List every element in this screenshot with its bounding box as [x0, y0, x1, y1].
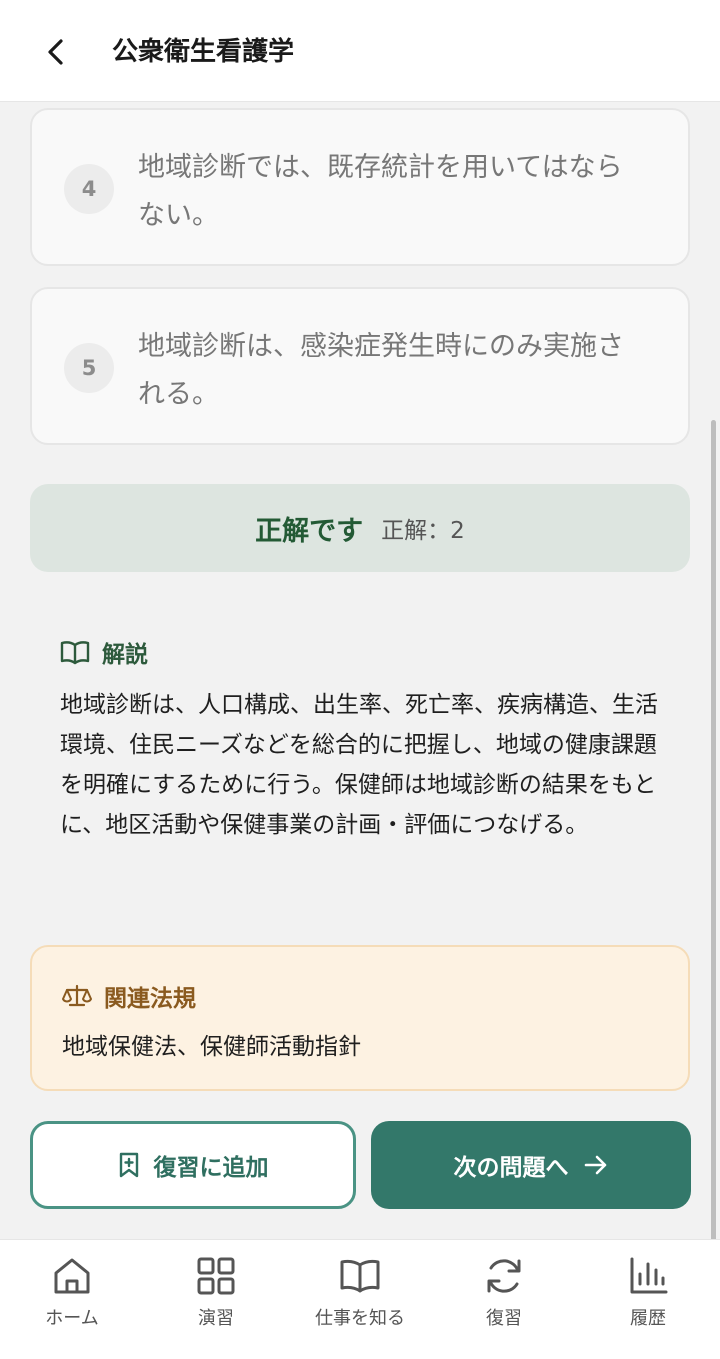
next-question-button[interactable]: 次の問題へ [371, 1121, 691, 1209]
question-content: 4 地域診断では、既存統計を用いてはならない。 5 地域診断は、感染症発生時にの… [0, 103, 720, 1239]
book-icon [340, 1259, 380, 1293]
back-button[interactable] [36, 30, 76, 74]
nav-item-history[interactable]: 履歴 [576, 1254, 720, 1344]
nav-label: 履歴 [630, 1308, 666, 1329]
related-law-section: 関連法規 地域保健法、保健師活動指針 [30, 945, 690, 1091]
home-icon [54, 1258, 90, 1294]
law-title: 関連法規 [104, 986, 196, 1012]
chevron-left-icon [48, 39, 63, 65]
choice-5[interactable]: 5 地域診断は、感染症発生時にのみ実施される。 [30, 287, 690, 445]
arrow-right-icon [584, 1155, 606, 1175]
nav-item-home[interactable]: ホーム [0, 1254, 144, 1344]
law-header: 関連法規 [62, 979, 196, 1013]
scrollbar[interactable] [711, 420, 716, 1300]
choice-4[interactable]: 4 地域診断では、既存統計を用いてはならない。 [30, 108, 690, 266]
scale-icon [62, 984, 92, 1007]
choice-number: 5 [64, 343, 114, 393]
law-text: 地域保健法、保健師活動指針 [62, 1034, 361, 1060]
nav-label: 演習 [198, 1308, 234, 1329]
nav-item-practice[interactable]: 演習 [144, 1254, 288, 1344]
bottom-navigation: ホーム 演習 仕事を知る 復習 履歴 [0, 1239, 720, 1359]
bar-chart-icon [630, 1257, 668, 1294]
explanation-title: 解説 [102, 642, 148, 668]
nav-item-review[interactable]: 復習 [432, 1254, 576, 1344]
app-header: 公衆衛生看護学 [0, 0, 720, 102]
choice-number: 4 [64, 164, 114, 214]
explanation-section: 解説 地域診断は、人口構成、出生率、死亡率、疾病構造、生活環境、住民ニーズなどを… [30, 613, 690, 913]
page-title: 公衆衛生看護学 [112, 37, 295, 67]
grid-icon [197, 1257, 235, 1295]
refresh-icon [487, 1259, 521, 1293]
add-to-review-button[interactable]: 復習に追加 [30, 1121, 356, 1209]
result-status: 正解です [255, 515, 364, 547]
open-book-icon [60, 641, 90, 665]
result-banner: 正解です 正解：2 [30, 484, 690, 572]
explanation-text: 地域診断は、人口構成、出生率、死亡率、疾病構造、生活環境、住民ニーズなどを総合的… [60, 692, 658, 838]
choice-text: 地域診断は、感染症発生時にのみ実施される。 [138, 331, 624, 410]
choice-text: 地域診断では、既存統計を用いてはならない。 [138, 152, 623, 231]
explanation-header: 解説 [60, 635, 148, 669]
add-to-review-label: 復習に追加 [153, 1155, 269, 1181]
nav-label: 仕事を知る [315, 1308, 405, 1329]
nav-label: 復習 [486, 1308, 522, 1329]
correct-answer: 正解：2 [381, 518, 465, 544]
nav-label: ホーム [45, 1308, 99, 1329]
nav-item-job-info[interactable]: 仕事を知る [288, 1254, 432, 1344]
bookmark-plus-icon [119, 1152, 138, 1178]
next-question-label: 次の問題へ [453, 1155, 569, 1181]
